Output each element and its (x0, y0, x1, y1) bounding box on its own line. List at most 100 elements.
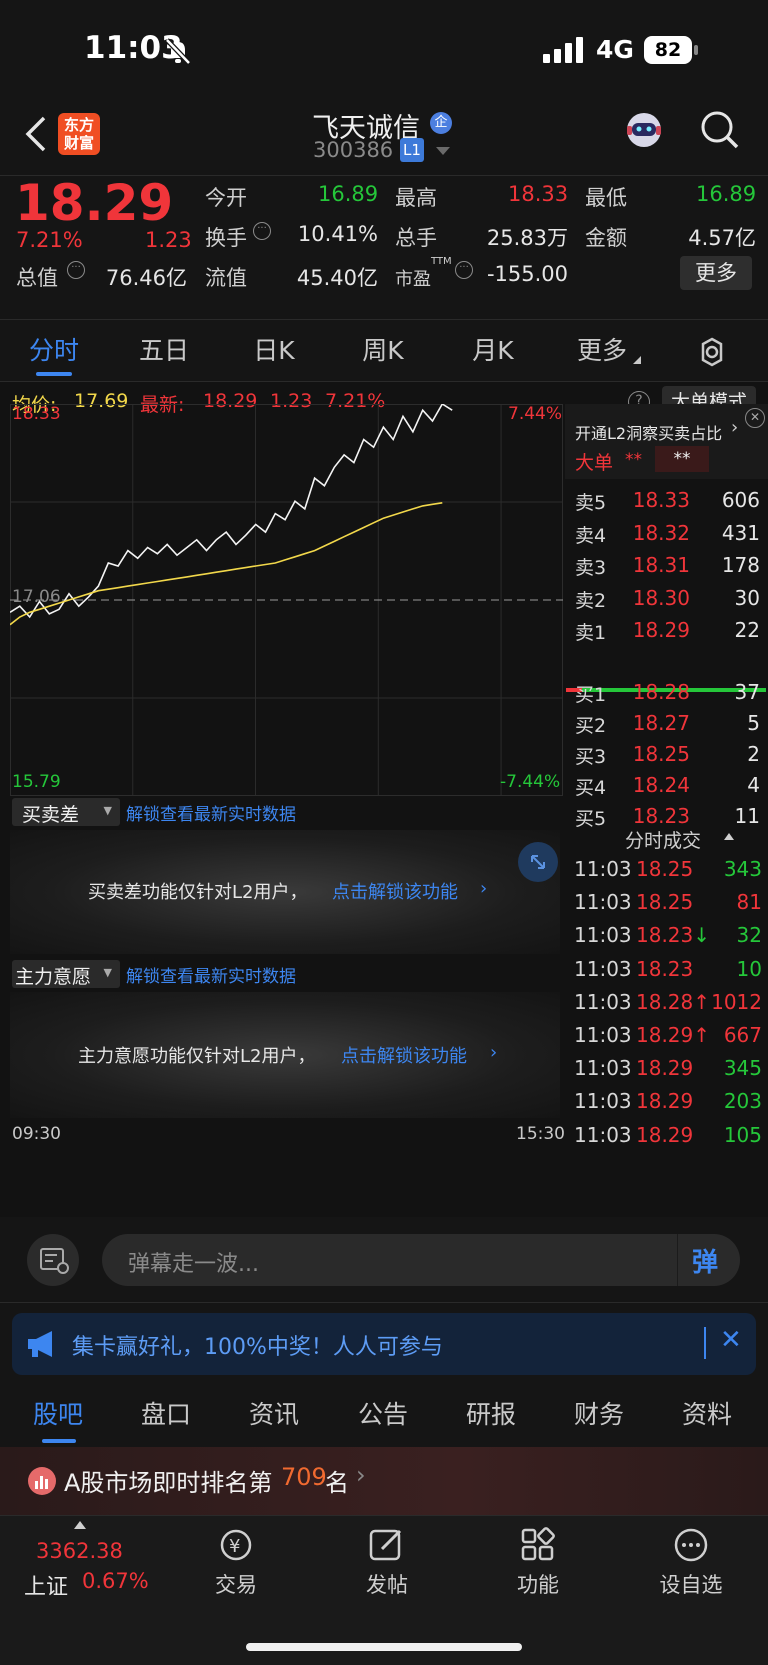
trade-price: 18.23 (636, 956, 694, 981)
enterprise-badge: 企 (430, 112, 452, 134)
index-name[interactable]: 上证 (24, 1569, 68, 1601)
trade-volume: 81 (736, 890, 762, 915)
mcap-value: 76.46亿 (105, 266, 187, 290)
more-button[interactable]: 更多 (680, 256, 752, 290)
x-axis-end: 15:30 (516, 1124, 565, 1144)
svg-text:¥: ¥ (229, 1536, 240, 1557)
tab-monthly-k[interactable]: 月K (457, 320, 529, 382)
y-axis-mid: 17.06 (12, 587, 61, 607)
danmu-placeholder: 弹幕走一波... (128, 1252, 259, 1277)
tab-announcements[interactable]: 公告 (347, 1385, 419, 1445)
l2-promo-text: 开通L2洞察买卖占比 (575, 424, 723, 443)
ranking-suffix: 名 (325, 1469, 349, 1497)
expand-icon[interactable] (518, 842, 558, 882)
unlock-feature-link[interactable]: 点击解锁该功能 (341, 1042, 467, 1068)
float-label: 流值 (205, 266, 247, 290)
trade-volume: 203 (723, 1089, 762, 1114)
trade-yen-icon[interactable]: ¥ (216, 1527, 256, 1563)
tab-profile[interactable]: 资料 (671, 1385, 743, 1445)
indicator-selector-main-force[interactable]: 主力意愿 ▼ (12, 960, 120, 988)
danmu-bar: 弹幕走一波... 弹 (0, 1217, 768, 1303)
caret-up-icon[interactable] (724, 833, 734, 840)
index-percent[interactable]: 0.67% (82, 1569, 149, 1593)
nav-add-watchlist[interactable]: 设自选 (649, 1569, 733, 1599)
nav-post[interactable]: 发帖 (352, 1569, 422, 1599)
l2-promo-panel[interactable]: 开通L2洞察买卖占比 › 大单 ** ** ✕ (565, 404, 768, 479)
trade-price: 18.25 (636, 890, 694, 915)
tab-finance[interactable]: 财务 (563, 1385, 635, 1445)
low-label: 最低 (585, 186, 627, 210)
y-axis-bottom: 15.79 (12, 772, 61, 792)
tab-order-book[interactable]: 盘口 (130, 1385, 202, 1445)
danmu-input[interactable]: 弹幕走一波... 弹 (102, 1234, 740, 1286)
ranking-bar[interactable]: A股市场即时排名第 709 名 › (0, 1447, 768, 1515)
indicator-selector-spread[interactable]: 买卖差 ▼ (12, 798, 120, 826)
average-price-line (10, 502, 443, 626)
chart-area: 均价: 17.69 最新: 18.29 1.23 7.21% ? 大单模式 18… (0, 382, 768, 1217)
functions-grid-icon[interactable] (520, 1527, 556, 1563)
settings-gear-icon[interactable] (696, 336, 728, 368)
bid-volume: 5 (747, 711, 760, 735)
tab-news[interactable]: 资讯 (238, 1385, 310, 1445)
trade-price: 18.29 (636, 1089, 694, 1114)
info-icon[interactable]: ··· (253, 222, 271, 240)
close-icon[interactable]: ✕ (720, 1325, 742, 1355)
back-arrow-icon[interactable] (24, 116, 48, 152)
search-icon[interactable] (700, 110, 740, 150)
add-watchlist-icon[interactable] (672, 1527, 710, 1563)
bid-level-label: 买5 (575, 808, 607, 830)
ask-price: 18.30 (632, 585, 690, 610)
info-icon[interactable]: ··· (455, 261, 473, 279)
index-value[interactable]: 3362.38 (36, 1539, 123, 1563)
corner-triangle-icon (633, 356, 641, 364)
active-tab-indicator (36, 372, 72, 376)
post-edit-icon[interactable] (368, 1527, 406, 1563)
promo-banner-wrap: 集卡赢好礼，100%中奖！人人可参与 ✕ (0, 1303, 768, 1385)
tab-daily-k[interactable]: 日K (238, 320, 310, 382)
trade-time: 11:03 (574, 1023, 632, 1047)
mcap-label: 总值 (16, 266, 58, 290)
close-icon[interactable]: ✕ (745, 408, 765, 428)
promo-banner[interactable]: 集卡赢好礼，100%中奖！人人可参与 ✕ (12, 1313, 756, 1375)
tab-weekly-k[interactable]: 周K (347, 320, 419, 382)
tab-five-day[interactable]: 五日 (128, 320, 200, 382)
unlock-link[interactable]: 解锁查看最新实时数据 (126, 962, 296, 987)
dropdown-arrow-icon: ▼ (103, 804, 112, 817)
bid-price: 18.23 (632, 804, 690, 828)
trade-time: 11:03 (574, 1122, 632, 1147)
amount-label: 金额 (585, 226, 627, 250)
trade-time: 11:03 (574, 1089, 632, 1114)
nav-trade[interactable]: 交易 (201, 1569, 271, 1599)
trades-title[interactable]: 分时成交 (625, 826, 701, 853)
tab-more[interactable]: 更多 (566, 320, 638, 382)
caret-up-icon[interactable] (74, 1521, 86, 1529)
unlock-link[interactable]: 解锁查看最新实时数据 (126, 800, 296, 825)
level-badge[interactable]: L1 (400, 138, 424, 162)
trade-volume: 667 (723, 1023, 762, 1047)
bid-volume: 11 (734, 804, 760, 828)
info-icon[interactable]: ··· (67, 261, 85, 279)
stock-header: 东方财富 飞天诚信 企 300386 L1 (0, 100, 768, 176)
intraday-chart[interactable] (10, 404, 563, 796)
tab-research[interactable]: 研报 (455, 1385, 527, 1445)
signal-icon (543, 37, 583, 63)
robot-assistant-icon[interactable] (622, 108, 666, 152)
battery-indicator: 82 (644, 36, 692, 64)
chevron-down-icon[interactable] (436, 147, 450, 155)
nav-functions[interactable]: 功能 (503, 1569, 573, 1599)
trade-price: 18.29 (636, 1122, 694, 1147)
high-value: 18.33 (508, 182, 569, 206)
danmu-send-button[interactable]: 弹 (692, 1242, 718, 1279)
home-indicator[interactable] (246, 1643, 522, 1651)
unlock-feature-link[interactable]: 点击解锁该功能 (332, 878, 458, 904)
bell-muted-icon (165, 38, 191, 65)
app-logo[interactable]: 东方财富 (58, 113, 100, 155)
ask-level-label: 卖3 (575, 557, 607, 579)
ranking-prefix: A股市场即时排名第 (64, 1469, 273, 1497)
open-label: 今开 (205, 186, 247, 210)
trade-time: 11:03 (574, 923, 632, 948)
tab-forum[interactable]: 股吧 (22, 1385, 94, 1445)
ask-price: 18.31 (632, 553, 690, 577)
volume-label: 总手 (395, 226, 437, 250)
danmu-settings-icon[interactable] (27, 1234, 79, 1286)
